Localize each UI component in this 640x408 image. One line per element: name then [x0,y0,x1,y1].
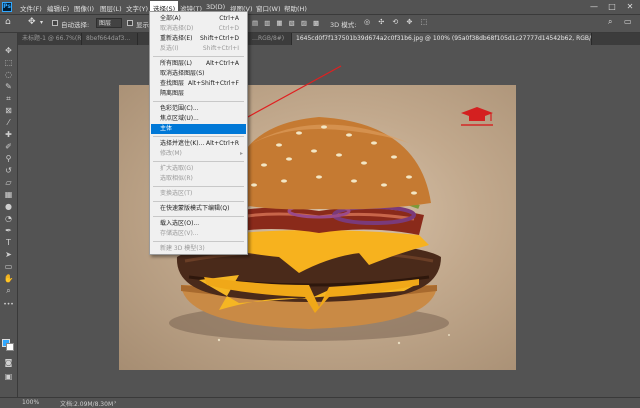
pen-tool-icon[interactable]: ✒ [2,225,15,236]
menu-bar: Ps 文件(F) 编辑(E) 图像(I) 图层(L) 文字(Y) 选择(S) 滤… [0,0,640,15]
marquee-tool-icon[interactable]: ⬚ [2,57,15,68]
quick-mask-icon[interactable]: ◙ [2,357,15,368]
layer-select-dropdown[interactable]: 图层 [96,18,122,28]
menu-item-subject[interactable]: 主体 [151,124,246,134]
tab-rgb[interactable]: …RGB/8#) [248,33,292,45]
menu-separator [153,56,244,57]
home-icon[interactable]: ⌂ [5,17,11,27]
menu-item-all-layers[interactable]: 所有图层(L) Alt+Ctrl+A [151,59,246,69]
close-icon[interactable]: ✕ [622,1,638,13]
menu-item-color-range[interactable]: 色彩范围(C)... [151,104,246,114]
menu-item-save-selection[interactable]: 存储选区(V)... [151,229,246,239]
menu-item-reselect[interactable]: 重新选择(E) Shift+Ctrl+D [151,34,246,44]
menu-item-isolate-layers[interactable]: 隔离图层 [151,89,246,99]
menu-file[interactable]: 文件(F) [20,3,42,13]
menu-item-deselect-layers[interactable]: 取消选择图层(S) [151,69,246,79]
type-tool-icon[interactable]: T [2,237,15,248]
auto-select-label: 自动选择: [61,21,90,29]
menu-item-deselect[interactable]: 取消选择(D) Ctrl+D [151,24,246,34]
menu-item-focus-area[interactable]: 焦点区域(U)... [151,114,246,124]
menu-item-inverse[interactable]: 反选(I) Shift+Ctrl+I [151,44,246,54]
menu-type[interactable]: 文字(Y) [126,3,148,13]
document-tab-bar: 未标题-1 @ 66.7%(RGB/8) 8bef664daf3… …RGB/8… [18,33,640,45]
chevron-right-icon: ▸ [239,150,243,157]
menu-item-transform-selection[interactable]: 变换选区(T) [151,189,246,199]
watermark-logo [461,107,493,126]
menu-item-find-layers[interactable]: 查找图层 Alt+Shift+Ctrl+F [151,79,246,89]
crop-tool-icon[interactable]: ⌗ [2,93,15,104]
eyedropper-tool-icon[interactable]: ⁄ [2,117,15,128]
options-bar: ⌂ ✥ ▾ 自动选择: 图层 显示 ▤ ▥ ▦ ▧ ▨ ▩ 3D 模式: ◎ ✣… [0,15,640,33]
quick-select-tool-icon[interactable]: ✎ [2,81,15,92]
menu-separator [153,186,244,187]
align-icons[interactable]: ▤ ▥ ▦ ▧ ▨ ▩ [252,19,321,27]
move-tool-icon[interactable]: ✥ [28,17,36,27]
hand-tool-icon[interactable]: ✋ [2,273,15,284]
auto-select-checkbox[interactable] [52,20,58,26]
background-color-swatch[interactable] [6,343,14,351]
show-transform-checkbox[interactable] [127,20,133,26]
menu-item-modify[interactable]: 修改(M) ▸ [151,149,246,159]
search-icon[interactable]: ⌕ [608,17,612,27]
chevron-right-icon[interactable]: › [114,399,116,406]
menu-separator [153,136,244,137]
rectangle-tool-icon[interactable]: ▭ [2,261,15,272]
zoom-level[interactable]: 100% [22,399,39,406]
menu-separator [153,216,244,217]
tools-panel: ✥ ⬚ ◌ ✎ ⌗ ⊠ ⁄ ✚ ✐ ⚲ ↺ ▱ ▦ ● ◔ ✒ T ➤ ▭ ✋ … [0,33,18,397]
photoshop-logo-icon[interactable]: Ps [2,2,12,12]
brush-tool-icon[interactable]: ✐ [2,141,15,152]
clone-stamp-tool-icon[interactable]: ⚲ [2,153,15,164]
menu-separator [153,101,244,102]
maximize-icon[interactable]: □ [604,1,620,13]
frame-tool-icon[interactable]: ⊠ [2,105,15,116]
tab-8bef664[interactable]: 8bef664daf3… [82,33,138,45]
lasso-tool-icon[interactable]: ◌ [2,69,15,80]
menu-item-grow[interactable]: 扩大选取(G) [151,164,246,174]
move-tool-icon[interactable]: ✥ [2,45,15,56]
3d-mode-icons[interactable]: ◎ ✣ ⟲ ✥ ⬚ [364,18,430,26]
workspace-icon[interactable]: ▭ [624,17,632,26]
gradient-tool-icon[interactable]: ▦ [2,189,15,200]
eraser-tool-icon[interactable]: ▱ [2,177,15,188]
menu-separator [153,201,244,202]
dodge-tool-icon[interactable]: ◔ [2,213,15,224]
healing-brush-tool-icon[interactable]: ✚ [2,129,15,140]
menu-item-new-3d-model[interactable]: 新建 3D 模型(3) [151,244,246,254]
more-tools-icon[interactable]: ••• [2,299,15,310]
menu-item-select-and-mask[interactable]: 选择并遮住(K)... Alt+Ctrl+R [151,139,246,149]
minimize-icon[interactable]: — [586,1,602,13]
zoom-tool-icon[interactable]: ⌕ [2,285,15,296]
history-brush-tool-icon[interactable]: ↺ [2,165,15,176]
mode-3d-label: 3D 模式: [330,21,357,29]
tab-active-document[interactable]: 1645cd0f7f137501b39d674a2c0f31b6.jpg @ 1… [292,33,592,45]
path-select-tool-icon[interactable]: ➤ [2,249,15,260]
menu-3d[interactable]: 3D(D) [206,3,225,11]
status-bar: 100% 文档:2.09M/8.30M › [0,397,640,408]
chevron-down-icon[interactable]: ▾ [40,19,43,26]
menu-window[interactable]: 窗口(W) [256,3,281,13]
show-transform-label: 显示 [136,21,149,29]
menu-item-quick-mask[interactable]: 在快速蒙版模式下编辑(Q) [151,204,246,214]
menu-separator [153,241,244,242]
menu-item-similar[interactable]: 选取相似(R) [151,174,246,184]
blur-tool-icon[interactable]: ● [2,201,15,212]
menu-layer[interactable]: 图层(L) [100,3,122,13]
menu-help[interactable]: 帮助(H) [284,3,307,13]
menu-item-select-all[interactable]: 全部(A) Ctrl+A [151,14,246,24]
menu-image[interactable]: 图像(I) [74,3,94,13]
tab-untitled[interactable]: 未标题-1 @ 66.7%(RGB/8) [18,33,82,45]
screen-mode-icon[interactable]: ▣ [2,371,15,382]
menu-edit[interactable]: 编辑(E) [47,3,69,13]
menu-item-load-selection[interactable]: 载入选区(O)... [151,219,246,229]
select-menu-dropdown: 全部(A) Ctrl+A 取消选择(D) Ctrl+D 重新选择(E) Shift+C… [149,11,248,255]
menu-separator [153,161,244,162]
